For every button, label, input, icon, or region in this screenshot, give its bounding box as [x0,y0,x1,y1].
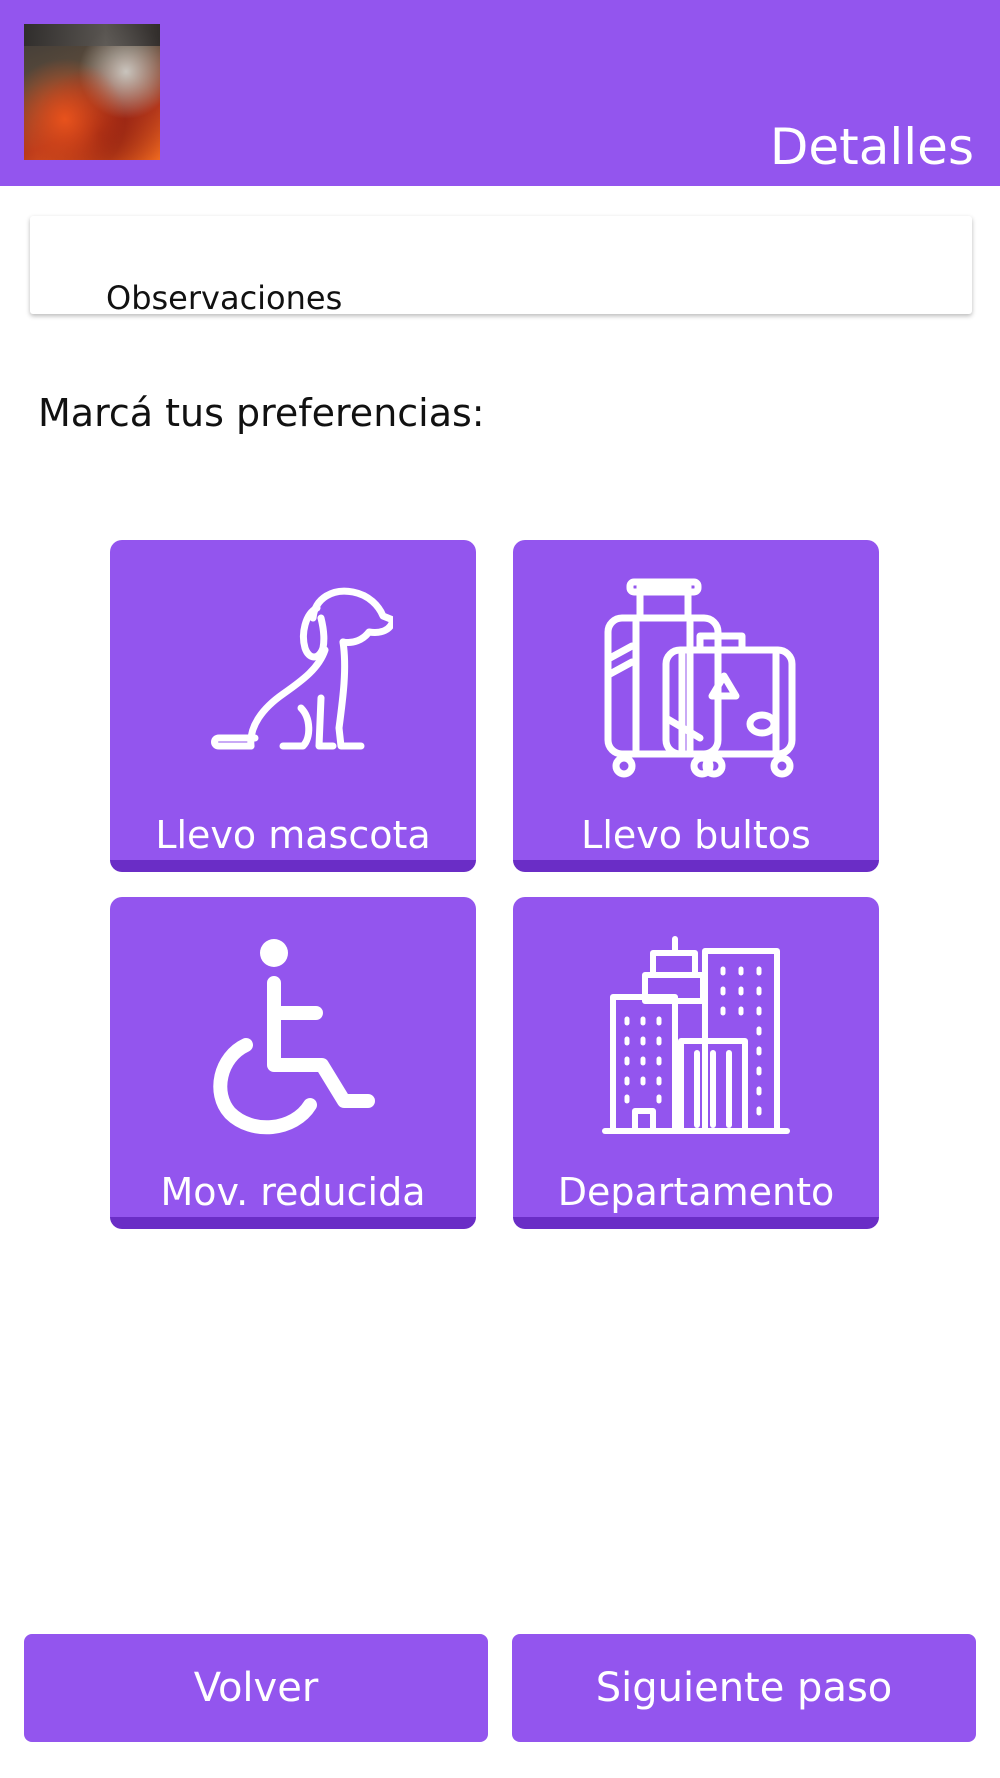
observations-field[interactable]: Observaciones [30,216,972,317]
mobility-option-label: Mov. reducida [160,1170,426,1214]
dog-icon [211,587,393,750]
logo-image [24,24,160,160]
preferences-heading: Marcá tus preferencias: [38,391,485,435]
app-header: Detalles [0,0,1000,186]
buildings-icon [602,936,790,1134]
pet-option-label: Llevo mascota [155,813,431,857]
next-step-button[interactable]: Siguiente paso [512,1634,976,1742]
wheelchair-icon [213,939,375,1135]
pet-option-button[interactable]: Llevo mascota [110,540,476,872]
apartment-option-label: Departamento [557,1170,835,1214]
mobility-option-button[interactable]: Mov. reducida [110,897,476,1229]
luggage-option-button[interactable]: Llevo bultos [513,540,879,872]
observations-label: Observaciones [106,279,343,317]
back-button[interactable]: Volver [24,1634,488,1742]
logo-detail [24,24,160,46]
luggage-option-label: Llevo bultos [581,813,811,857]
apartment-option-button[interactable]: Departamento [513,897,879,1229]
luggage-icon [604,578,796,778]
page-title: Detalles [769,118,974,176]
